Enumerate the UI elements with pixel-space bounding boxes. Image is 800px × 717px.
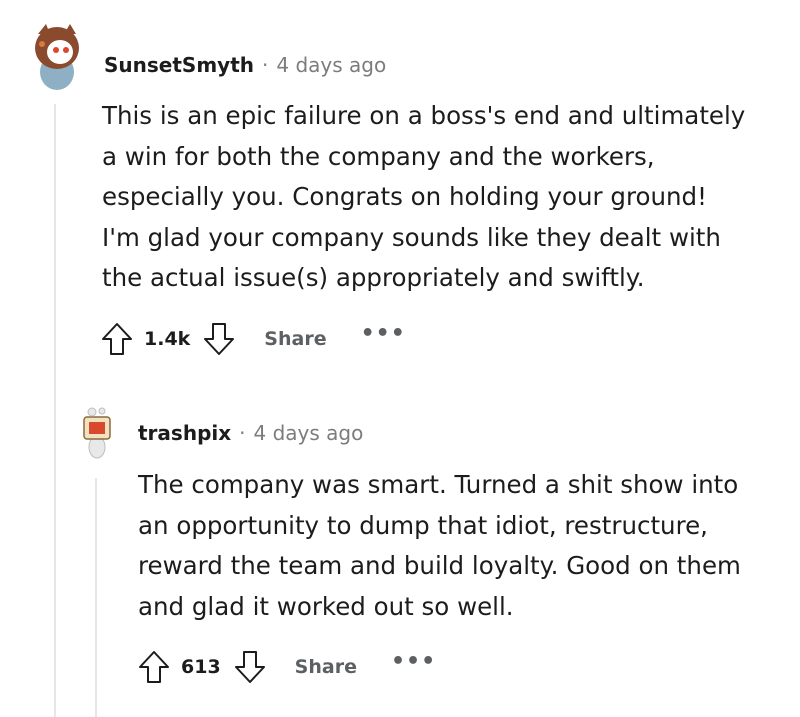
comment-actions: 1.4k Share ••• — [100, 321, 406, 357]
comment-line: an opportunity to dump that idiot, restr… — [138, 510, 708, 540]
thread-line[interactable] — [54, 104, 56, 717]
comment-line: reward the team and build loyalty. Good … — [138, 551, 741, 580]
share-button[interactable]: Share — [295, 656, 357, 678]
comment-meta: trashpix · 4 days ago — [138, 421, 363, 445]
upvote-icon[interactable] — [100, 321, 134, 357]
comment-line: the actual issue(s) appropriately and sw… — [102, 263, 645, 292]
more-options-button[interactable]: ••• — [361, 321, 406, 346]
comment-line: I'm glad your company sounds like they d… — [102, 222, 721, 252]
comment-line: The company was smart. Turned a shit sho… — [138, 470, 739, 499]
more-options-button[interactable]: ••• — [391, 649, 436, 674]
comment-meta: SunsetSmyth · 4 days ago — [104, 53, 386, 77]
upvote-icon[interactable] — [137, 649, 171, 685]
comment-actions: 613 Share ••• — [137, 649, 436, 685]
avatar[interactable] — [28, 22, 86, 92]
comment-body: The company was smart. Turned a shit sho… — [138, 465, 741, 627]
separator-dot: · — [239, 421, 246, 445]
username[interactable]: SunsetSmyth — [104, 53, 254, 77]
share-button[interactable]: Share — [264, 328, 326, 350]
thread-line[interactable] — [95, 478, 97, 717]
comment-line: especially you. Congrats on holding your… — [102, 182, 707, 211]
vote-score: 613 — [181, 656, 221, 678]
comment-line: and glad it worked out so well. — [138, 591, 514, 621]
separator-dot: · — [262, 53, 269, 77]
comment-line: a win for both the company and the worke… — [102, 141, 655, 171]
vote-score: 1.4k — [144, 328, 191, 350]
timestamp[interactable]: 4 days ago — [276, 53, 386, 77]
comment-body: This is an epic failure on a boss's end … — [102, 96, 745, 299]
avatar-icon — [83, 407, 111, 459]
avatar-icon — [35, 24, 79, 90]
downvote-icon[interactable] — [233, 649, 267, 685]
downvote-icon[interactable] — [202, 321, 236, 357]
comment-line: This is an epic failure on a boss's end … — [102, 101, 746, 130]
avatar[interactable] — [82, 405, 112, 461]
username[interactable]: trashpix — [138, 421, 231, 445]
timestamp[interactable]: 4 days ago — [254, 421, 364, 445]
